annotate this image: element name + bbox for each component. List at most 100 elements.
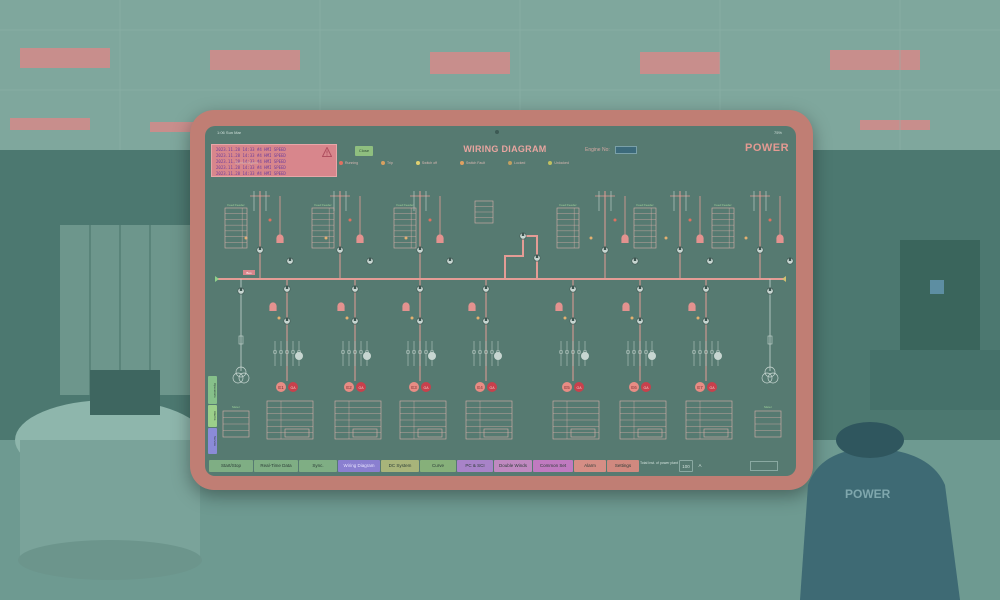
status-time: 1:06 Sun Mar [217, 130, 242, 135]
status-dot-icon [563, 316, 567, 320]
data-panel [633, 207, 657, 249]
nav-dc-system[interactable]: DC System [381, 460, 419, 472]
transformer-icon [761, 372, 773, 384]
nav-wiring-diagram[interactable]: Wiring Diagram [338, 460, 380, 472]
panel-label: Feed Feeder [636, 203, 653, 207]
side-tab-label: Operations [213, 382, 217, 398]
breaker-body [402, 306, 410, 311]
meter-box [352, 428, 378, 438]
close-button[interactable]: Close [355, 146, 373, 156]
breaker-handle [448, 257, 452, 261]
side-tab-operations[interactable]: Operations [208, 376, 217, 404]
summary-unit: A [698, 463, 702, 468]
summary-label: Total Inst. of power plant [640, 461, 678, 465]
status-dot-icon [476, 316, 480, 320]
nav-pc-sci[interactable]: PC & SCI [457, 460, 493, 472]
data-panel [224, 207, 248, 249]
status-dot-icon [277, 316, 281, 320]
breaker-handle [788, 257, 792, 261]
status-battery: 75% [773, 130, 782, 135]
side-tab-label: Alarms [213, 411, 217, 421]
generator-label: GA [709, 386, 715, 390]
legend-item: Switch off [415, 161, 437, 166]
generator-label: GA [423, 386, 429, 390]
nav-settings[interactable]: Settings [607, 460, 639, 472]
status-dot-icon [630, 316, 634, 320]
nav-alarm[interactable]: Alarm [574, 460, 606, 472]
symbol-legend: Running Trip Switch off Switch Fault Loc… [339, 161, 591, 166]
breaker-handle [633, 257, 637, 261]
hmi-screen: 1:06 Sun Mar 75% 2023.11.28 14:33 #4 HMI… [205, 126, 796, 476]
bus-tie [504, 235, 538, 279]
status-dot-icon [404, 236, 408, 240]
status-dot-icon [324, 236, 328, 240]
generator-number: E5 [564, 385, 570, 390]
nav-common-set[interactable]: Common Set [533, 460, 573, 472]
bus-end-right-icon [782, 276, 786, 282]
brand-logo: POWER [745, 142, 790, 154]
legend-dot-icon [548, 161, 553, 166]
meter-box [637, 428, 663, 438]
nav-curve[interactable]: Curve [420, 460, 456, 472]
status-dot-icon [428, 218, 432, 222]
warning-icon [322, 147, 332, 157]
generator-label: GA [290, 386, 296, 390]
breaker-body [337, 306, 345, 311]
breaker-handle [678, 246, 682, 250]
breaker-body [269, 306, 277, 311]
generator-number: E7 [697, 385, 703, 390]
nav-start-stop[interactable]: Start/Stop [209, 460, 253, 472]
breaker-handle [239, 287, 243, 291]
legend-item: Running [339, 161, 358, 166]
breaker-body [468, 306, 476, 311]
generator-breaker-icon[interactable] [428, 352, 436, 360]
panel-label: Feed Feeder [314, 203, 331, 207]
breaker-handle [338, 246, 342, 250]
generator-breaker-icon[interactable] [295, 352, 303, 360]
generator-breaker-icon[interactable] [494, 352, 502, 360]
legend-dot-icon [415, 161, 420, 166]
generator-label: GA [643, 386, 649, 390]
status-dot-icon [348, 218, 352, 222]
breaker-handle [603, 246, 607, 250]
status-dot-icon [696, 316, 700, 320]
generator-breaker-icon[interactable] [714, 352, 722, 360]
generator-number: E2 [346, 385, 352, 390]
nav-real-time-data[interactable]: Real-Time Data [254, 460, 298, 472]
breaker-handle [768, 287, 772, 291]
breaker-handle [418, 246, 422, 250]
generator-breaker-icon[interactable] [363, 352, 371, 360]
nav-double-winds[interactable]: Double Winds [494, 460, 532, 472]
side-tab-alarms[interactable]: Alarms [208, 405, 217, 427]
camera-dot [495, 130, 499, 134]
breaker-body [356, 238, 364, 243]
generator-label: GA [358, 386, 364, 390]
generator-number: E4 [477, 385, 483, 390]
meter-box [284, 428, 310, 438]
breaker-handle [353, 317, 357, 321]
nav-sync[interactable]: Sync. [299, 460, 337, 472]
breaker-handle [535, 254, 539, 258]
legend-item: Unlocked [548, 161, 569, 166]
home-button[interactable] [750, 461, 778, 471]
breaker-handle [418, 317, 422, 321]
breaker-handle [368, 257, 372, 261]
wiring-diagram[interactable]: Bus Feed Feeder Feed Feeder Feed Feeder Feed… [205, 166, 796, 454]
meter-box [417, 428, 443, 438]
legend-dot-icon [381, 161, 386, 166]
generator-breaker-icon[interactable] [581, 352, 589, 360]
transformer-icon [232, 372, 244, 384]
generator-number: E1 [278, 385, 284, 390]
status-dot-icon [589, 236, 593, 240]
breaker-handle [704, 317, 708, 321]
legend-item: Trip [381, 161, 393, 166]
generator-breaker-icon[interactable] [648, 352, 656, 360]
breaker-handle [353, 285, 357, 289]
bottom-nav: Start/Stop Real-Time Data Sync. Wiring D… [209, 460, 792, 472]
breaker-handle [704, 285, 708, 289]
breaker-handle [638, 285, 642, 289]
engine-number-field[interactable] [615, 146, 637, 154]
status-dot-icon [268, 218, 272, 222]
side-tab-service[interactable]: Service [208, 428, 217, 454]
breaker-body [622, 306, 630, 311]
